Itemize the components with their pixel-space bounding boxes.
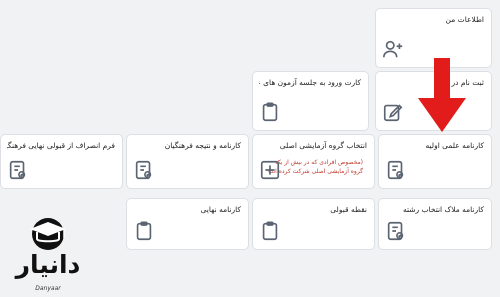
- clipboard-icon: [262, 221, 278, 241]
- card-title: کارنامه ملاک انتخاب رشته: [402, 205, 484, 214]
- card-exam-entry[interactable]: کارت ورود به جلسه آزمون های عملی: [252, 71, 369, 131]
- logo-subtext: Danyaar: [35, 285, 61, 292]
- clipboard-icon: [262, 102, 278, 122]
- card-title: انتخاب گروه آزمایشی اصلی: [279, 141, 367, 150]
- card-final-report[interactable]: کارنامه نهایی: [126, 198, 249, 250]
- card-scientific-report[interactable]: کارنامه علمی اولیه: [378, 134, 492, 189]
- danyaar-logo: دانیار Danyaar: [12, 212, 84, 294]
- graduation-cap-icon: [30, 218, 66, 250]
- card-title: کارنامه علمی اولیه: [425, 141, 484, 150]
- card-title: اطلاعات من: [445, 15, 484, 24]
- card-title: فرم انصراف از قبولی نهایی فرهنگیان: [7, 141, 115, 150]
- card-withdraw-form[interactable]: فرم انصراف از قبولی نهایی فرهنگیان: [0, 134, 123, 189]
- card-acceptance[interactable]: نقطه قبولی: [252, 198, 375, 250]
- add-user-icon: [383, 40, 403, 58]
- card-major-selection-report[interactable]: کارنامه ملاک انتخاب رشته: [378, 198, 492, 250]
- add-box-icon: [260, 160, 280, 180]
- card-title: کارنامه و نتیجه فرهنگیان: [164, 141, 241, 150]
- logo-text: دانیار: [15, 250, 81, 279]
- report-check-icon: [9, 160, 26, 180]
- clipboard-icon: [136, 221, 152, 241]
- card-select-group[interactable]: انتخاب گروه آزمایشی اصلی (مخصوص افرادی ک…: [252, 134, 375, 189]
- report-check-icon: [387, 221, 404, 241]
- card-cultural-report[interactable]: کارنامه و نتیجه فرهنگیان: [126, 134, 249, 189]
- report-check-icon: [135, 160, 152, 180]
- card-title: کارت ورود به جلسه آزمون های عملی: [259, 78, 361, 87]
- card-title: نقطه قبولی: [330, 205, 367, 214]
- report-check-icon: [387, 160, 404, 180]
- card-note: (مخصوص افرادی که در بیش از یک گروه آزمای…: [267, 159, 363, 175]
- arrow-down-icon: [418, 58, 466, 132]
- card-title: کارنامه نهایی: [200, 205, 241, 214]
- edit-icon: [383, 104, 403, 122]
